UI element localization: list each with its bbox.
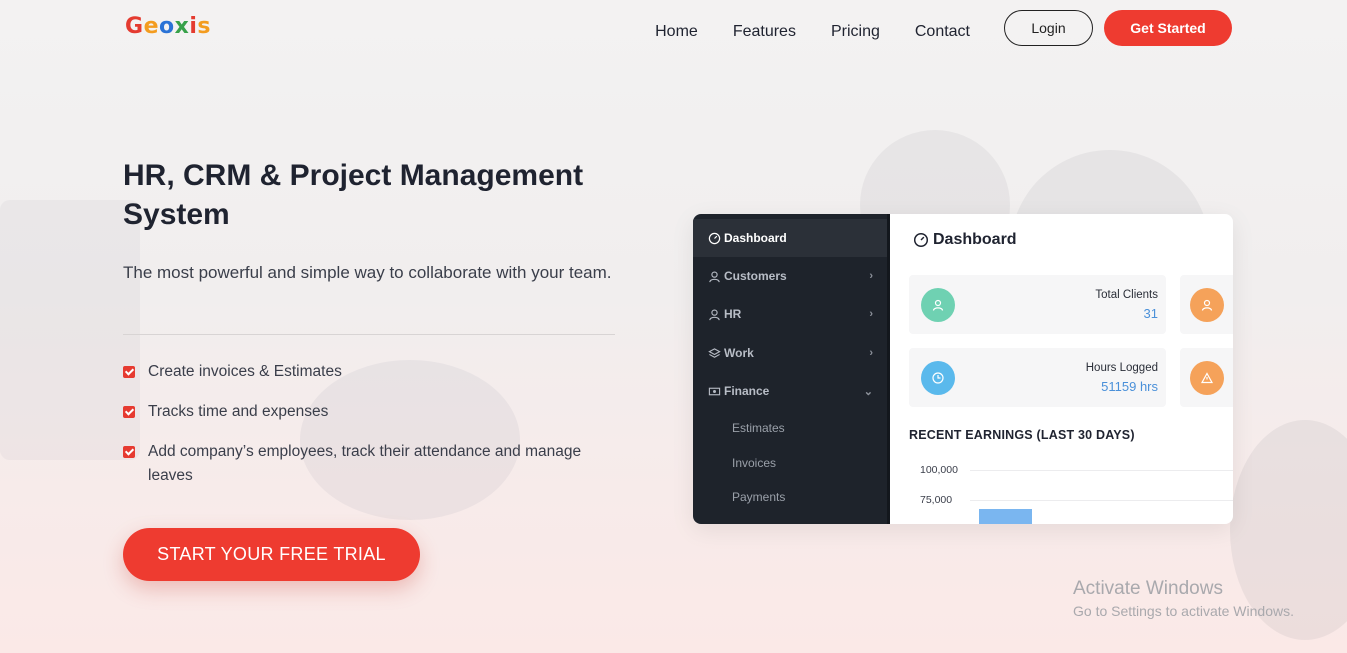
stat-value: 51159 hrs [1101,379,1158,394]
checkbox-icon [123,446,135,458]
user-icon [1190,288,1224,322]
sidebar-item-hr: HR › [693,295,887,333]
gauge-icon [913,232,929,248]
money-icon [708,387,721,395]
gauge-icon [708,232,721,244]
feature-text: Add company’s employees, track their att… [148,443,582,484]
sidebar-item-label: Work [724,346,754,360]
stat-card-partial [1180,348,1233,407]
logo-letter: i [189,14,198,39]
sidebar-item-label: Finance [724,384,770,398]
stat-value: 31 [1143,306,1158,321]
chevron-right-icon: › [869,308,873,320]
get-started-button[interactable]: Get Started [1104,10,1232,46]
checkbox-icon [123,366,135,378]
nav-link-pricing[interactable]: Pricing [831,22,880,42]
nav-link-features[interactable]: Features [733,22,796,42]
sidebar-item-label: HR [724,307,742,321]
user-icon [709,270,720,282]
sidebar-subitem-estimates: Estimates [732,421,785,435]
hero-subtitle: The most powerful and simple way to coll… [123,263,612,282]
warning-icon [1190,361,1224,395]
background-blur [0,200,140,460]
brand-logo[interactable]: Geoxis [125,14,211,39]
watermark-subtitle: Go to Settings to activate Windows. [1073,603,1294,619]
sidebar-item-label: Dashboard [724,231,787,245]
stat-card-partial [1180,275,1233,334]
nav-link-contact[interactable]: Contact [915,22,970,42]
chevron-down-icon: ⌄ [863,385,873,398]
logo-letter: x [174,14,190,39]
stat-label: Hours Logged [1085,362,1158,374]
chart-gridline [970,500,1233,501]
checkbox-icon [123,406,135,418]
hero-title: HR, CRM & Project Management System [123,159,584,231]
user-icon [921,288,955,322]
sidebar-item-finance: Finance ⌄ [693,372,887,410]
dashboard-preview: Dashboard Customers › HR › Work › Financ… [693,214,1233,524]
feature-text: Create invoices & Estimates [148,363,342,380]
clock-icon [921,361,955,395]
y-axis-tick: 100,000 [920,464,958,476]
stat-card-hours-logged: Hours Logged 51159 hrs [909,348,1166,407]
logo-letter: e [143,14,159,39]
logo-letter: s [197,14,211,39]
earnings-chart-title: RECENT EARNINGS (LAST 30 DAYS) [909,428,1135,442]
chevron-right-icon: › [869,270,873,282]
stat-label: Total Clients [1095,289,1158,301]
layers-icon [708,347,721,358]
top-nav: Home Features Pricing Contact Login Get … [655,10,1232,46]
chevron-right-icon: › [869,347,873,359]
earnings-bar [979,509,1032,524]
watermark-title: Activate Windows [1073,578,1223,599]
nav-link-home[interactable]: Home [655,22,698,42]
dashboard-title-text: Dashboard [933,231,1017,248]
free-trial-button[interactable]: START YOUR FREE TRIAL [123,528,420,581]
sidebar-subitem-payments: Payments [732,490,786,504]
chart-gridline [970,470,1233,471]
logo-letter: o [158,14,175,39]
sidebar-item-work: Work › [693,334,887,372]
user-icon [709,308,720,320]
feature-list: Create invoices & Estimates Tracks time … [123,360,623,504]
sidebar-item-label: Customers [724,269,787,283]
feature-text: Tracks time and expenses [148,403,329,420]
sidebar-item-customers: Customers › [693,257,887,295]
y-axis-tick: 75,000 [920,494,953,506]
divider [123,334,615,335]
sidebar-item-dashboard: Dashboard [693,219,887,257]
login-button[interactable]: Login [1004,10,1093,46]
feature-item: Tracks time and expenses [123,400,623,424]
logo-letter: G [125,14,144,39]
dashboard-sidebar: Dashboard Customers › HR › Work › Financ… [693,214,890,524]
sidebar-subitem-invoices: Invoices [732,456,777,470]
dashboard-title: Dashboard [913,231,1017,249]
feature-item: Add company’s employees, track their att… [123,440,623,488]
feature-item: Create invoices & Estimates [123,360,623,384]
stat-card-total-clients: Total Clients 31 [909,275,1166,334]
